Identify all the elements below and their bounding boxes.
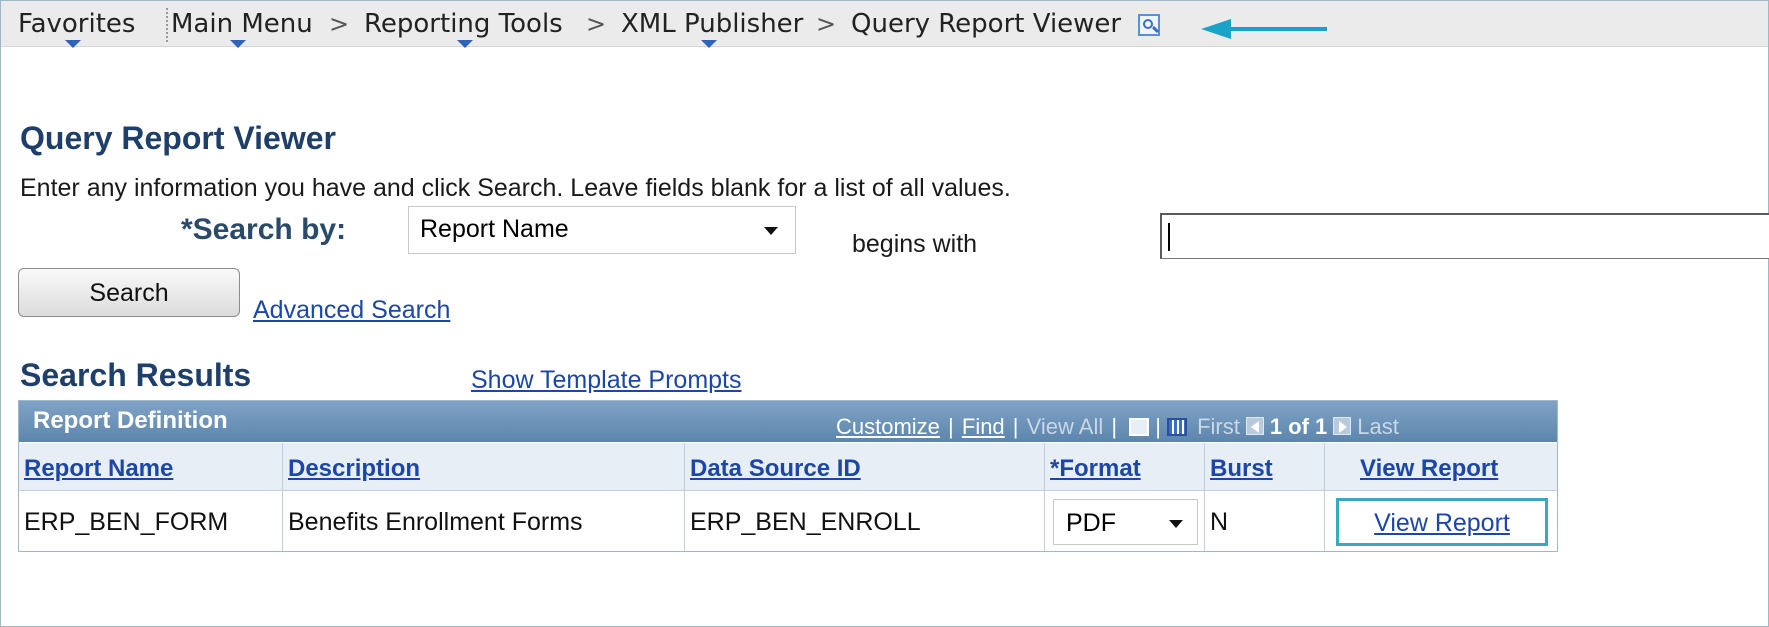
advanced-search-link[interactable]: Advanced Search	[253, 296, 450, 325]
view-all-link: View All	[1026, 414, 1104, 439]
last-link: Last	[1357, 414, 1399, 439]
reporting-tools-dropdown-icon[interactable]	[457, 40, 473, 48]
column-divider	[1044, 443, 1045, 552]
results-title: Search Results	[20, 357, 252, 393]
favorites-dropdown-icon[interactable]	[65, 40, 81, 48]
main-menu-dropdown-icon[interactable]	[230, 40, 246, 48]
breadcrumb-separator: >	[586, 10, 607, 38]
table-row: ERP_BEN_FORM Benefits Enrollment Forms E…	[18, 492, 1558, 552]
view-report-link[interactable]: View Report	[1374, 509, 1510, 537]
column-view-report[interactable]: View Report	[1360, 455, 1498, 483]
show-template-prompts-link[interactable]: Show Template Prompts	[471, 366, 742, 395]
download-grid-icon[interactable]	[1166, 418, 1187, 436]
operator-label: begins with	[852, 230, 978, 258]
pagination-text: 1 of 1	[1269, 414, 1328, 439]
breadcrumb-divider	[166, 8, 168, 42]
chevron-down-icon	[1169, 520, 1183, 528]
reporting-tools-menu[interactable]: Reporting Tools	[364, 9, 563, 39]
format-value: PDF	[1066, 509, 1116, 537]
cell-data-source-id: ERP_BEN_ENROLL	[690, 508, 921, 536]
main-menu[interactable]: Main Menu	[171, 9, 313, 39]
cell-description: Benefits Enrollment Forms	[288, 508, 583, 536]
column-divider	[684, 443, 685, 552]
customize-link[interactable]: Customize	[836, 414, 940, 439]
grid-column-headers: Report Name Description Data Source ID *…	[18, 443, 1558, 491]
grid-title: Report Definition	[33, 407, 228, 434]
grid-header: Report Definition Customize | Find | Vie…	[18, 400, 1558, 442]
new-window-icon[interactable]	[1138, 14, 1160, 36]
search-input[interactable]	[1160, 213, 1769, 259]
column-divider	[282, 443, 283, 552]
breadcrumb-current: Query Report Viewer	[851, 9, 1122, 39]
xml-publisher-menu[interactable]: XML Publisher	[621, 9, 803, 39]
find-link[interactable]: Find	[962, 414, 1005, 439]
format-select[interactable]: PDF	[1053, 499, 1198, 545]
next-icon	[1333, 417, 1352, 435]
favorites-menu[interactable]: Favorites	[18, 9, 135, 39]
previous-icon	[1245, 417, 1264, 435]
search-by-select[interactable]: Report Name	[408, 206, 796, 254]
search-button[interactable]: Search	[18, 268, 240, 317]
xml-publisher-dropdown-icon[interactable]	[701, 40, 717, 48]
page-title: Query Report Viewer	[20, 120, 336, 156]
column-format[interactable]: *Format	[1050, 455, 1141, 483]
column-data-source-id[interactable]: Data Source ID	[690, 455, 861, 483]
cell-report-name: ERP_BEN_FORM	[24, 508, 229, 536]
column-description[interactable]: Description	[288, 455, 420, 483]
first-link: First	[1197, 414, 1240, 439]
breadcrumb-separator: >	[816, 10, 837, 38]
grid-toolbar: Customize | Find | View All | | First 1 o…	[836, 414, 1399, 439]
column-divider	[1324, 443, 1325, 552]
cell-burst: N	[1210, 508, 1229, 536]
view-report-button[interactable]: View Report	[1336, 498, 1548, 546]
arrow-left-icon	[1201, 19, 1331, 39]
chevron-down-icon	[764, 227, 778, 235]
text-cursor	[1168, 223, 1170, 251]
search-by-label: *Search by:	[181, 213, 347, 246]
new-window-icon[interactable]	[1129, 418, 1150, 436]
search-by-value: Report Name	[420, 215, 569, 243]
column-divider	[1204, 443, 1205, 552]
breadcrumb-separator: >	[329, 10, 350, 38]
column-burst[interactable]: Burst	[1210, 455, 1273, 483]
column-report-name[interactable]: Report Name	[24, 455, 173, 483]
instructions-text: Enter any information you have and click…	[20, 174, 1011, 202]
breadcrumb: Favorites Main Menu > Reporting Tools > …	[1, 1, 1768, 48]
